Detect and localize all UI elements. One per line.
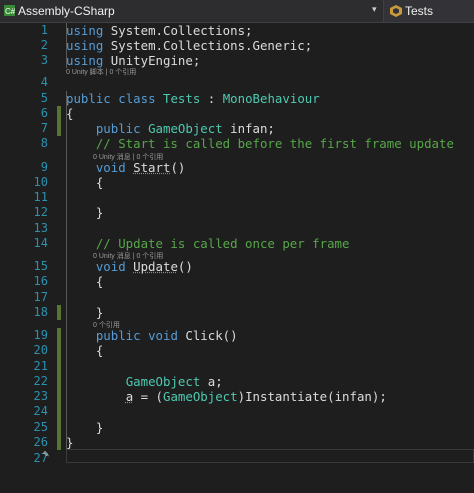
code-line: a = (GameObject)Instantiate(infan); bbox=[125, 389, 387, 404]
line-number: 11 bbox=[33, 190, 48, 204]
code-line: using System.Collections; bbox=[66, 23, 253, 38]
edit-pencil-icon: ✎ bbox=[43, 449, 50, 460]
code-line: } bbox=[66, 420, 104, 435]
current-line-highlight bbox=[66, 449, 474, 463]
code-line: { bbox=[66, 343, 104, 358]
line-number: 5 bbox=[40, 91, 48, 105]
line-number: 17 bbox=[33, 290, 48, 304]
line-number: 19 bbox=[33, 328, 48, 342]
code-line: public class Tests : MonoBehaviour bbox=[66, 91, 320, 106]
line-number: 26 bbox=[33, 435, 48, 449]
line-number: 25 bbox=[33, 420, 48, 434]
line-number: 12 bbox=[33, 205, 48, 219]
code-editor[interactable]: 1 2 3 4 5 6 7 8 9 10 11 12 13 14 15 16 1… bbox=[0, 23, 474, 493]
line-number: 10 bbox=[33, 175, 48, 189]
code-line: GameObject a; bbox=[125, 374, 223, 389]
line-number: 8 bbox=[40, 136, 48, 150]
svg-text:C#: C# bbox=[5, 7, 15, 16]
change-marker bbox=[57, 328, 61, 450]
line-number: 27 bbox=[33, 451, 48, 465]
code-comment: // Start is called before the first fram… bbox=[66, 136, 454, 151]
line-number: 22 bbox=[33, 374, 48, 388]
line-number: 9 bbox=[40, 160, 48, 174]
line-number: 13 bbox=[33, 221, 48, 235]
line-number: 6 bbox=[40, 106, 48, 120]
line-number: 3 bbox=[40, 53, 48, 67]
line-number: 14 bbox=[33, 236, 48, 250]
class-icon bbox=[390, 5, 402, 17]
line-number: 4 bbox=[40, 75, 48, 89]
code-line: void Update() bbox=[66, 259, 193, 274]
member-name: Tests bbox=[405, 4, 434, 18]
line-number: 21 bbox=[33, 359, 48, 373]
code-line: { bbox=[66, 106, 74, 121]
chevron-down-icon[interactable]: ▾ bbox=[372, 4, 377, 15]
line-number: 1 bbox=[40, 23, 48, 37]
codelens-class[interactable]: 0 Unity 脚本 | 0 个引用 bbox=[66, 67, 136, 77]
line-number: 23 bbox=[33, 389, 48, 403]
code-line: } bbox=[66, 435, 74, 450]
line-number: 7 bbox=[40, 121, 48, 135]
code-line: using UnityEngine; bbox=[66, 53, 201, 68]
code-line: { bbox=[66, 175, 104, 190]
change-marker bbox=[57, 106, 61, 136]
code-line: public void Click() bbox=[66, 328, 238, 343]
code-line: } bbox=[66, 305, 104, 320]
member-dropdown[interactable]: Tests bbox=[383, 0, 474, 22]
change-marker bbox=[57, 305, 61, 320]
code-comment: // Update is called once per frame bbox=[66, 236, 350, 251]
code-line: void Start() bbox=[66, 160, 186, 175]
code-line: { bbox=[66, 274, 104, 289]
line-number: 15 bbox=[33, 259, 48, 273]
line-number: 20 bbox=[33, 343, 48, 357]
line-number: 16 bbox=[33, 274, 48, 288]
code-line: } bbox=[66, 205, 104, 220]
line-number: 2 bbox=[40, 38, 48, 52]
code-line: using System.Collections.Generic; bbox=[66, 38, 313, 53]
navigation-bar: C# Assembly-CSharp ▾ Tests bbox=[0, 0, 474, 23]
project-dropdown[interactable]: Assembly-CSharp bbox=[18, 4, 115, 18]
code-line: public GameObject infan; bbox=[66, 121, 275, 136]
line-number: 18 bbox=[33, 305, 48, 319]
csharp-project-icon: C# bbox=[4, 5, 15, 16]
line-number: 24 bbox=[33, 404, 48, 418]
